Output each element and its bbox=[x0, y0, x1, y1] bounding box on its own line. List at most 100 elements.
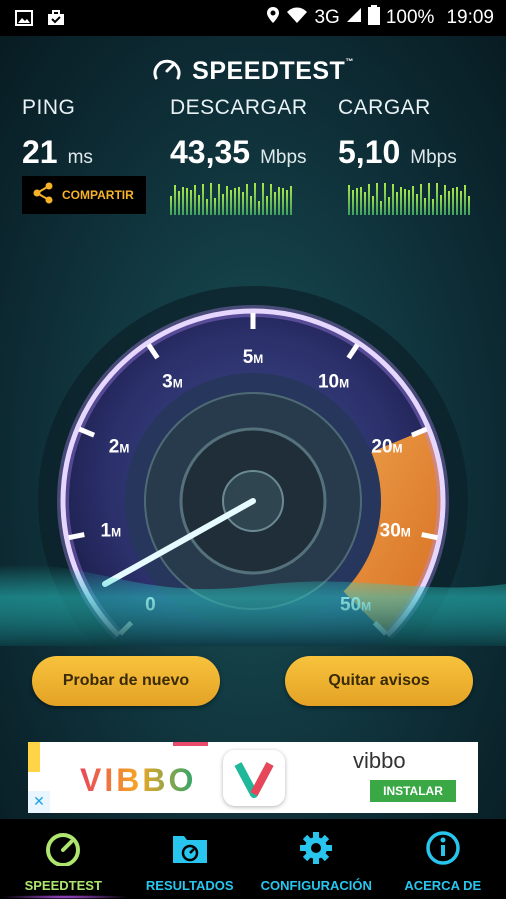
download-metric: DESCARGAR 43,35 Mbps bbox=[170, 96, 308, 171]
graph-bar bbox=[384, 183, 386, 215]
brand-title: SPEEDTEST™ bbox=[192, 56, 354, 85]
nav-results[interactable]: RESULTADOS bbox=[127, 819, 254, 899]
wifi-icon bbox=[286, 6, 308, 30]
graph-bar bbox=[242, 192, 244, 215]
retry-button[interactable]: Probar de nuevo bbox=[32, 656, 220, 706]
graph-bar bbox=[202, 183, 204, 215]
status-bar: 3G 100% 19:09 bbox=[0, 0, 506, 36]
graph-bar bbox=[368, 184, 370, 215]
graph-bar bbox=[408, 189, 410, 215]
app-header: SPEEDTEST™ bbox=[0, 56, 506, 86]
graph-bar bbox=[198, 194, 200, 215]
graph-bar bbox=[186, 187, 188, 215]
graph-bar bbox=[210, 183, 212, 215]
graph-bar bbox=[416, 193, 418, 215]
graph-bar bbox=[190, 190, 192, 215]
graph-bar bbox=[428, 183, 430, 215]
share-button[interactable]: COMPARTIR bbox=[22, 176, 146, 214]
graph-bar bbox=[194, 185, 196, 215]
graph-bar bbox=[440, 194, 442, 215]
graph-bar bbox=[178, 191, 180, 215]
share-icon bbox=[32, 182, 54, 208]
nav-results-label: RESULTADOS bbox=[145, 878, 234, 893]
graph-bar bbox=[234, 188, 236, 215]
graph-bar bbox=[468, 195, 470, 215]
share-label: COMPARTIR bbox=[62, 188, 134, 202]
graph-bar bbox=[448, 190, 450, 215]
graph-bar bbox=[218, 183, 220, 215]
graph-bar bbox=[364, 191, 366, 215]
graph-bar bbox=[214, 198, 216, 215]
graph-bar bbox=[356, 188, 358, 215]
graph-bar bbox=[258, 200, 260, 215]
speedometer-icon bbox=[43, 830, 83, 870]
info-icon bbox=[423, 830, 463, 870]
ad-install-button[interactable]: INSTALAR bbox=[370, 780, 456, 802]
upload-unit: Mbps bbox=[410, 147, 457, 168]
upload-label: CARGAR bbox=[338, 96, 431, 119]
nav-settings-label: CONFIGURACIÓN bbox=[260, 878, 372, 893]
graph-bar bbox=[238, 186, 240, 215]
nav-speedtest-label: SPEEDTEST bbox=[24, 878, 102, 893]
ping-label: PING bbox=[22, 96, 76, 119]
gauge-tick bbox=[68, 532, 85, 541]
graph-bar bbox=[372, 196, 374, 215]
graph-bar bbox=[432, 199, 434, 215]
graph-bar bbox=[270, 184, 272, 215]
graph-bar bbox=[352, 190, 354, 215]
clock: 19:09 bbox=[446, 7, 494, 28]
results-folder-icon bbox=[170, 830, 210, 870]
ping-metric: PING 21 ms bbox=[22, 96, 93, 171]
nav-speedtest[interactable]: SPEEDTEST bbox=[0, 819, 130, 899]
upload-graph bbox=[348, 181, 470, 215]
graph-bar bbox=[388, 196, 390, 215]
nav-settings[interactable]: CONFIGURACIÓN bbox=[253, 819, 380, 899]
graph-bar bbox=[444, 185, 446, 215]
graph-bar bbox=[404, 188, 406, 215]
upload-metric: CARGAR 5,10 Mbps bbox=[338, 96, 457, 171]
gear-icon bbox=[296, 830, 336, 870]
graph-bar bbox=[182, 187, 184, 215]
download-label: DESCARGAR bbox=[170, 96, 308, 119]
speed-gauge: 01M2M3M5M10M20M30M50M bbox=[0, 286, 506, 646]
graph-bar bbox=[282, 188, 284, 215]
graph-bar bbox=[254, 183, 256, 215]
upload-value: 5,10 bbox=[338, 134, 401, 170]
ad-banner[interactable]: VIBBO vibbo INSTALAR ✕ bbox=[28, 742, 478, 813]
graph-bar bbox=[376, 183, 378, 215]
graph-bar bbox=[278, 186, 280, 215]
ad-close-icon[interactable]: ✕ bbox=[28, 791, 50, 813]
graph-bar bbox=[436, 183, 438, 215]
graph-bar bbox=[452, 187, 454, 215]
graph-bar bbox=[230, 189, 232, 215]
vibbo-app-icon bbox=[223, 750, 285, 806]
gallery-icon bbox=[14, 9, 34, 27]
remove-ads-button[interactable]: Quitar avisos bbox=[285, 656, 473, 706]
graph-bar bbox=[274, 192, 276, 215]
ad-brand-name: vibbo bbox=[353, 748, 406, 773]
download-unit: Mbps bbox=[260, 147, 307, 168]
network-type: 3G bbox=[314, 7, 340, 28]
graph-bar bbox=[246, 184, 248, 215]
ad-decoration-bar bbox=[173, 742, 208, 746]
ping-unit: ms bbox=[67, 147, 93, 168]
graph-bar bbox=[396, 192, 398, 215]
graph-bar bbox=[464, 184, 466, 215]
download-value: 43,35 bbox=[170, 134, 251, 170]
graph-bar bbox=[286, 189, 288, 215]
bottom-navigation: SPEEDTEST RESULTADOS CONFIGURACIÓN ACERC… bbox=[0, 819, 506, 899]
gauge-tick bbox=[421, 532, 438, 541]
speedometer-logo-icon bbox=[152, 56, 182, 86]
battery-icon bbox=[367, 5, 380, 31]
graph-bar bbox=[380, 200, 382, 215]
graph-bar bbox=[222, 193, 224, 215]
ad-decoration bbox=[28, 742, 40, 772]
download-graph bbox=[170, 181, 292, 215]
speedtest-screen: SPEEDTEST™ PING 21 ms DESCARGAR 43,35 Mb… bbox=[0, 36, 506, 819]
graph-bar bbox=[170, 195, 172, 215]
graph-bar bbox=[174, 184, 176, 215]
graph-bar bbox=[206, 199, 208, 215]
nav-about[interactable]: ACERCA DE bbox=[380, 819, 506, 899]
location-icon bbox=[266, 6, 280, 30]
signal-icon bbox=[346, 7, 362, 29]
